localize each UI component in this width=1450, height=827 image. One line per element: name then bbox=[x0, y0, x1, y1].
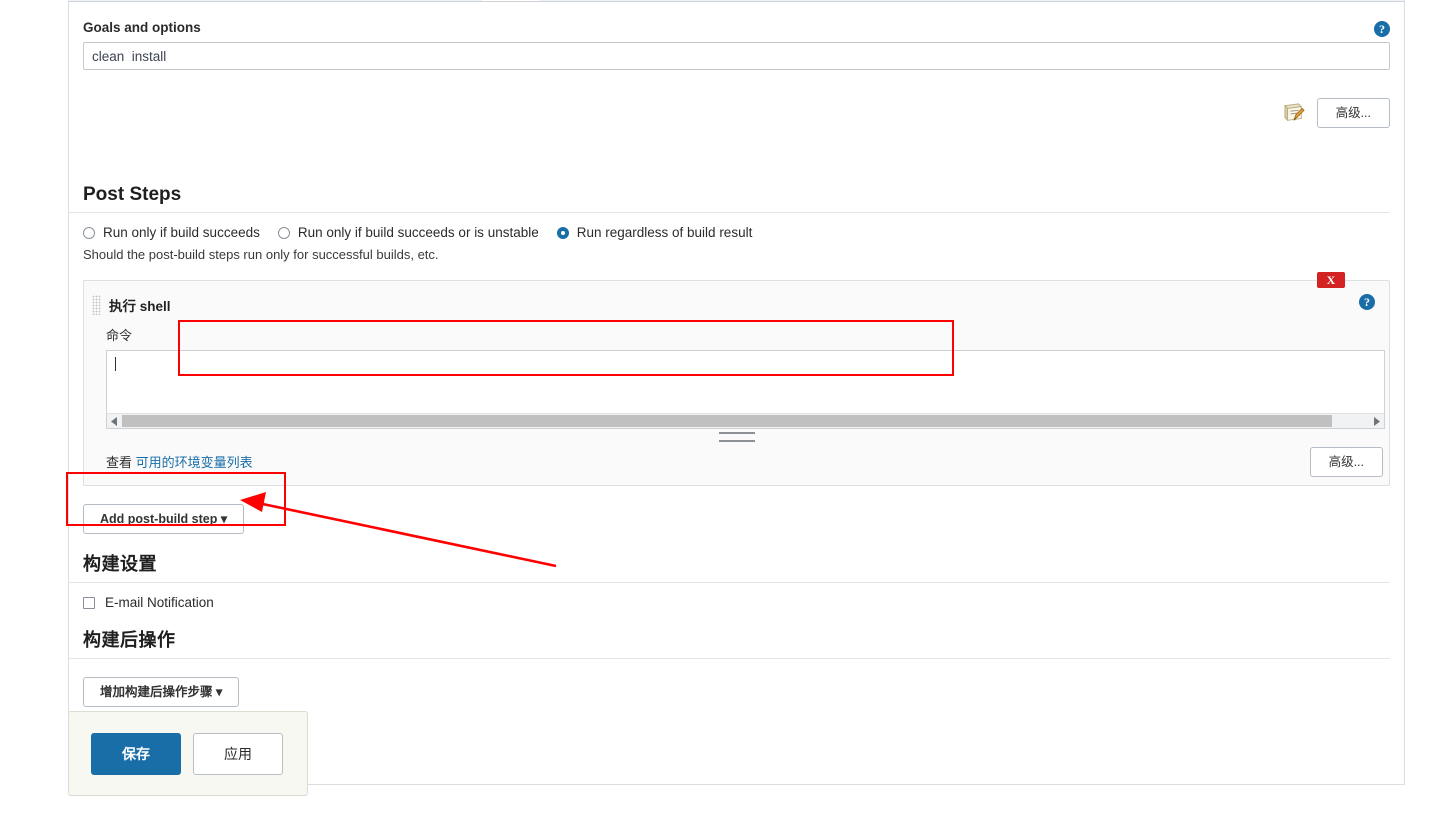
post-build-actions-section: 构建后操作 增加构建后操作步骤 ▾ bbox=[69, 626, 1404, 707]
radio-icon-regardless[interactable] bbox=[556, 226, 569, 239]
save-bar: 保存 应用 bbox=[68, 711, 308, 796]
build-settings-heading: 构建设置 bbox=[69, 550, 1390, 583]
add-post-build-action-row: 增加构建后操作步骤 ▾ bbox=[69, 659, 1404, 707]
add-post-build-step-label: Add post-build step bbox=[100, 512, 218, 526]
add-post-build-step-row: Add post-build step ▾ bbox=[69, 486, 1404, 534]
radio-icon-unstable[interactable] bbox=[277, 226, 290, 239]
command-textarea-wrapper bbox=[106, 350, 1385, 429]
command-horizontal-scrollbar[interactable] bbox=[107, 413, 1384, 428]
builder-title: 执行 shell bbox=[109, 299, 171, 314]
builder-advanced-button[interactable]: 高级... bbox=[1309, 447, 1383, 477]
add-post-build-action-label: 增加构建后操作步骤 bbox=[100, 685, 213, 699]
tab-post-build-actions[interactable]: 构建后操作 bbox=[712, 0, 805, 1]
command-textarea[interactable] bbox=[107, 351, 1384, 413]
chevron-left-icon[interactable] bbox=[107, 414, 122, 428]
goals-and-options-section: Goals and options ? bbox=[69, 2, 1404, 70]
jenkins-job-config-page: General 源码管理 构建触发器 构建环境 Pre Steps Build … bbox=[0, 0, 1450, 827]
goals-advanced-button[interactable]: 高级... bbox=[1316, 98, 1390, 128]
post-steps-heading: Post Steps bbox=[69, 184, 1390, 213]
tab-build[interactable]: Build bbox=[479, 0, 542, 1]
env-prefix-label: 查看 bbox=[106, 455, 133, 470]
tab-build-settings[interactable]: 构建设置 bbox=[632, 0, 712, 1]
email-notification-row[interactable]: E-mail Notification bbox=[69, 583, 1404, 610]
tab-post-steps[interactable]: Post Steps bbox=[541, 0, 631, 1]
radio-label-regardless: Run regardless of build result bbox=[576, 225, 753, 240]
builder-header: 执行 shell bbox=[84, 281, 1389, 315]
post-build-actions-heading: 构建后操作 bbox=[69, 626, 1390, 659]
config-form-panel: Goals and options ? 高级... Post Steps bbox=[68, 2, 1405, 785]
env-variables-link[interactable]: 可用的环境变量列表 bbox=[136, 455, 253, 470]
post-steps-hint: Should the post-build steps run only for… bbox=[83, 247, 439, 262]
radio-icon-succeeds[interactable] bbox=[83, 226, 95, 239]
execute-shell-builder: X ? 执行 shell 命令 查看 可用的环境变量列表 高级... bbox=[83, 272, 1390, 486]
add-post-build-action-button[interactable]: 增加构建后操作步骤 ▾ bbox=[83, 677, 240, 707]
radio-run-if-succeeds[interactable]: Run only if build succeeds bbox=[83, 225, 260, 240]
builder-advanced-row: 高级... bbox=[1309, 447, 1383, 477]
chevron-down-icon-action: ▾ bbox=[216, 685, 223, 699]
tab-build-triggers[interactable]: 构建触发器 bbox=[223, 0, 316, 1]
chevron-right-icon[interactable] bbox=[1369, 414, 1384, 428]
post-steps-radio-group: Run only if build succeeds Run only if b… bbox=[69, 213, 1404, 240]
apply-button[interactable]: 应用 bbox=[193, 732, 283, 775]
textarea-resize-grip[interactable] bbox=[718, 432, 755, 442]
radio-run-regardless[interactable]: Run regardless of build result bbox=[556, 225, 753, 240]
chevron-down-icon: ▾ bbox=[220, 512, 228, 526]
drag-handle-icon[interactable] bbox=[92, 295, 101, 315]
goals-input[interactable] bbox=[83, 42, 1390, 70]
tab-build-environment[interactable]: 构建环境 bbox=[315, 0, 395, 1]
build-settings-section: 构建设置 E-mail Notification bbox=[69, 550, 1404, 610]
builder-help-icon[interactable]: ? bbox=[1359, 294, 1375, 310]
scrollbar-thumb[interactable] bbox=[122, 415, 1332, 427]
radio-label-unstable: Run only if build succeeds or is unstabl… bbox=[297, 225, 539, 240]
env-variables-row: 查看 可用的环境变量列表 bbox=[84, 442, 1389, 471]
radio-run-if-succeeds-or-unstable[interactable]: Run only if build succeeds or is unstabl… bbox=[277, 225, 539, 240]
notepad-pencil-icon[interactable] bbox=[1283, 103, 1305, 123]
post-steps-section: Post Steps Run only if build succeeds Ru… bbox=[69, 184, 1404, 534]
save-button[interactable]: 保存 bbox=[91, 732, 181, 775]
goals-advanced-row: 高级... bbox=[1283, 98, 1390, 128]
email-notification-label: E-mail Notification bbox=[105, 595, 214, 610]
email-notification-checkbox[interactable] bbox=[83, 596, 95, 609]
command-label: 命令 bbox=[106, 328, 133, 343]
add-post-build-step-button[interactable]: Add post-build step ▾ bbox=[83, 504, 245, 534]
tab-source-management[interactable]: 源码管理 bbox=[142, 0, 222, 1]
delete-builder-button[interactable]: X bbox=[1317, 272, 1345, 288]
goals-label: Goals and options bbox=[83, 20, 201, 35]
scrollbar-track[interactable] bbox=[122, 414, 1369, 428]
goals-help-icon[interactable]: ? bbox=[1374, 21, 1390, 37]
text-caret bbox=[115, 357, 116, 371]
tab-pre-steps[interactable]: Pre Steps bbox=[395, 0, 480, 1]
radio-label-succeeds: Run only if build succeeds bbox=[103, 225, 260, 240]
tab-general[interactable]: General bbox=[68, 0, 142, 1]
